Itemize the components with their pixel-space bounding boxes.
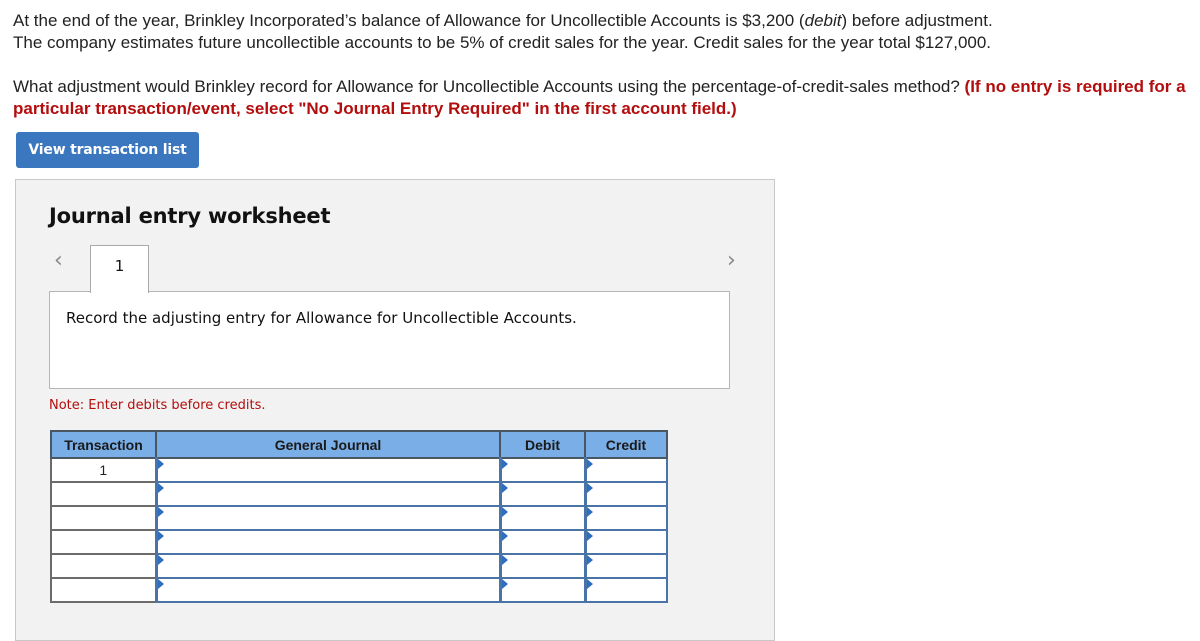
credit-input[interactable] — [583, 481, 668, 507]
transaction-cell — [50, 577, 157, 603]
account-input[interactable] — [154, 529, 501, 555]
transaction-cell — [50, 529, 157, 555]
debit-italic: debit — [804, 11, 842, 30]
entry-description-box: Record the adjusting entry for Allowance… — [49, 291, 730, 389]
table-header-row: Transaction General Journal Debit Credit — [50, 430, 668, 459]
debit-input[interactable] — [498, 529, 586, 555]
account-input[interactable] — [154, 481, 501, 507]
table-row — [50, 505, 668, 531]
credit-input[interactable] — [583, 577, 668, 603]
chevron-left-icon[interactable]: ‹ — [54, 248, 63, 273]
worksheet-title: Journal entry worksheet — [49, 204, 331, 228]
entry-description: Record the adjusting entry for Allowance… — [66, 309, 577, 327]
credit-input[interactable] — [583, 457, 668, 483]
account-input[interactable] — [154, 553, 501, 579]
credit-input[interactable] — [583, 529, 668, 555]
account-input[interactable] — [154, 457, 501, 483]
table-row — [50, 577, 668, 603]
transaction-cell — [50, 553, 157, 579]
question-text: At the end of the year, Brinkley Incorpo… — [13, 10, 1193, 120]
tab-1[interactable]: 1 — [90, 245, 149, 293]
header-transaction: Transaction — [50, 430, 157, 459]
table-row: 1 — [50, 457, 668, 483]
debit-input[interactable] — [498, 457, 586, 483]
transaction-cell: 1 — [50, 457, 157, 483]
question-line1-end: ) before adjustment. — [841, 11, 993, 30]
view-transaction-list-button[interactable]: View transaction list — [16, 132, 199, 168]
table-row — [50, 529, 668, 555]
chevron-right-icon[interactable]: › — [727, 248, 736, 273]
account-input[interactable] — [154, 577, 501, 603]
question-prompt: What adjustment would Brinkley record fo… — [13, 77, 965, 96]
header-general-journal: General Journal — [155, 430, 501, 459]
question-para-2: What adjustment would Brinkley record fo… — [13, 76, 1193, 120]
question-para-1: At the end of the year, Brinkley Incorpo… — [13, 10, 1193, 54]
table-row — [50, 553, 668, 579]
credit-input[interactable] — [583, 553, 668, 579]
debit-input[interactable] — [498, 481, 586, 507]
credit-input[interactable] — [583, 505, 668, 531]
journal-table: Transaction General Journal Debit Credit… — [50, 430, 668, 603]
journal-entry-worksheet-panel: Journal entry worksheet ‹ 1 › Record the… — [15, 179, 775, 641]
question-line2: The company estimates future uncollectib… — [13, 33, 992, 52]
debit-input[interactable] — [498, 577, 586, 603]
transaction-cell — [50, 505, 157, 531]
debit-input[interactable] — [498, 505, 586, 531]
question-line1: At the end of the year, Brinkley Incorpo… — [13, 11, 805, 30]
header-debit: Debit — [499, 430, 586, 459]
account-input[interactable] — [154, 505, 501, 531]
header-credit: Credit — [584, 430, 668, 459]
table-row — [50, 481, 668, 507]
debit-input[interactable] — [498, 553, 586, 579]
transaction-cell — [50, 481, 157, 507]
note-text: Note: Enter debits before credits. — [49, 398, 266, 413]
